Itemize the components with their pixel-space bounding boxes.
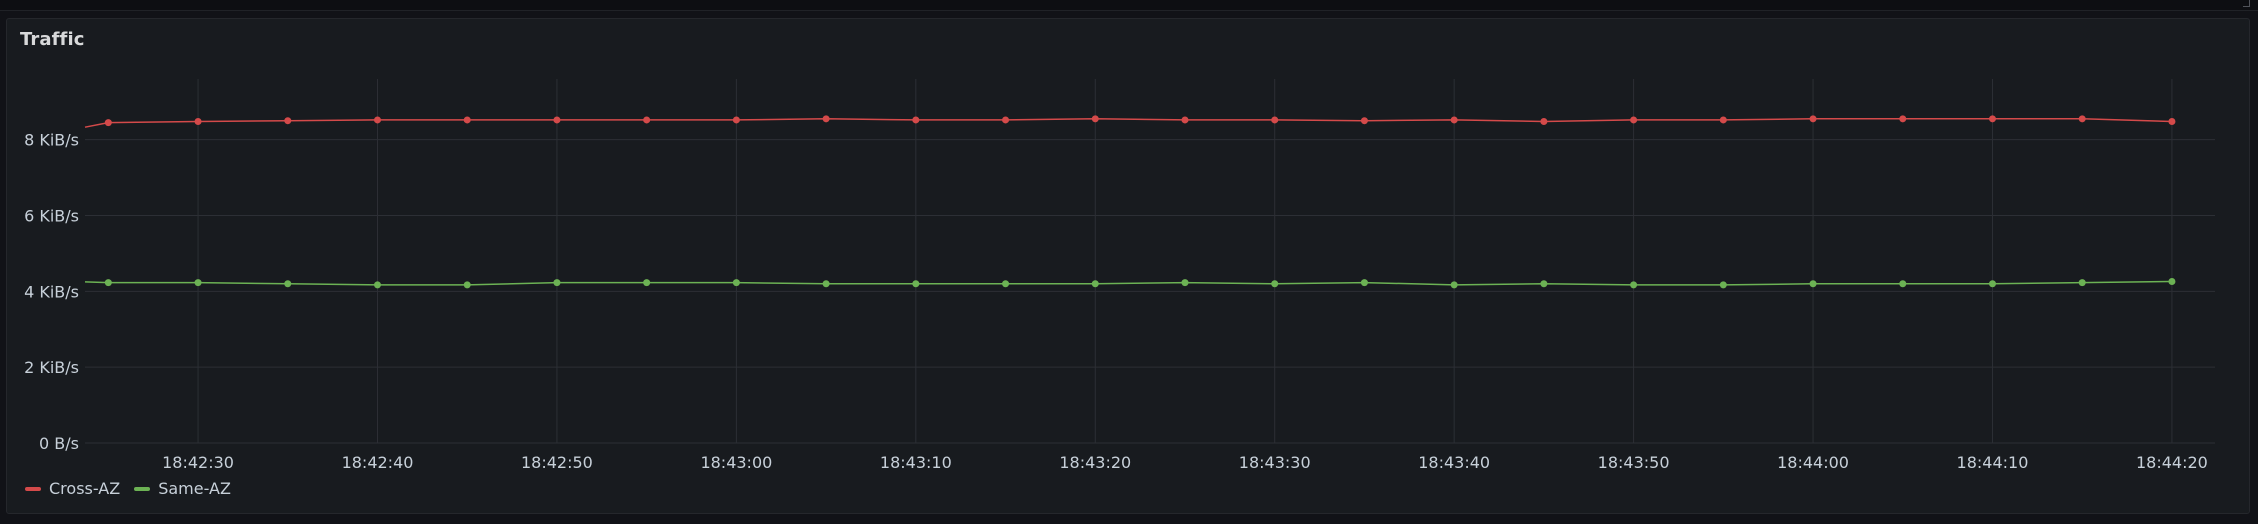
data-point-same-az: [373, 281, 381, 289]
data-point-same-az: [1091, 280, 1099, 288]
data-point-same-az: [1450, 281, 1458, 289]
resize-handle-icon[interactable]: [2243, 0, 2250, 7]
data-point-cross-az: [1630, 116, 1638, 124]
data-point-same-az: [1002, 280, 1010, 288]
data-point-same-az: [1181, 279, 1189, 287]
series-line-cross-az: [84, 118, 2172, 128]
y-tick-label: 4 KiB/s: [24, 282, 79, 301]
data-point-cross-az: [1360, 117, 1368, 125]
legend-label-cross-az: Cross-AZ: [49, 479, 121, 498]
data-point-same-az: [1988, 280, 1996, 288]
x-tick-label: 18:42:30: [162, 453, 234, 472]
data-point-cross-az: [732, 116, 740, 124]
x-tick-label: 18:44:20: [2136, 453, 2208, 472]
data-point-same-az: [2078, 279, 2086, 287]
y-tick-label: 0 B/s: [39, 434, 79, 453]
x-tick-label: 18:43:00: [700, 453, 772, 472]
data-point-same-az: [284, 280, 292, 288]
traffic-chart[interactable]: 0 B/s 2 KiB/s 4 KiB/s 6 KiB/s 8 KiB/s 18:42:3…: [7, 19, 2251, 515]
data-point-cross-az: [1271, 116, 1279, 124]
x-tick-label: 18:43:30: [1239, 453, 1311, 472]
x-tick-label: 18:44:10: [1957, 453, 2029, 472]
data-point-same-az: [912, 280, 920, 288]
data-point-cross-az: [1450, 116, 1458, 124]
data-point-same-az: [1809, 280, 1817, 288]
data-point-cross-az: [643, 116, 651, 124]
data-point-same-az: [194, 279, 202, 287]
legend-item-cross-az[interactable]: Cross-AZ: [25, 479, 120, 498]
x-tick-label: 18:42:50: [521, 453, 593, 472]
data-point-cross-az: [1002, 116, 1010, 124]
legend-item-same-az[interactable]: Same-AZ: [134, 479, 231, 498]
legend-swatch-same-az: [134, 486, 151, 491]
data-point-same-az: [732, 279, 740, 287]
traffic-panel: Traffic 0 B/s 2 KiB/s 4 KiB/s 6 KiB/s 8 KiB/…: [6, 18, 2250, 514]
data-point-cross-az: [1899, 115, 1907, 123]
data-point-same-az: [463, 281, 471, 289]
legend-label-same-az: Same-AZ: [158, 479, 231, 498]
data-point-cross-az: [1540, 117, 1548, 125]
data-point-cross-az: [373, 116, 381, 124]
data-point-cross-az: [2078, 115, 2086, 123]
x-tick-label: 18:43:50: [1598, 453, 1670, 472]
data-point-same-az: [1360, 279, 1368, 287]
series-line-same-az: [84, 280, 2172, 286]
data-point-cross-az: [1809, 115, 1817, 123]
data-point-cross-az: [912, 116, 920, 124]
data-point-same-az: [104, 279, 112, 287]
data-point-cross-az: [1719, 116, 1727, 124]
data-point-cross-az: [822, 115, 830, 123]
legend-swatch-cross-az: [25, 486, 41, 491]
y-tick-label: 8 KiB/s: [24, 131, 79, 150]
data-point-cross-az: [194, 117, 202, 125]
y-tick-label: 2 KiB/s: [24, 358, 79, 377]
dashboard-top-strip: [0, 0, 2258, 11]
data-point-same-az: [553, 279, 561, 287]
y-tick-label: 6 KiB/s: [24, 207, 79, 226]
x-tick-label: 18:44:00: [1777, 453, 1849, 472]
data-point-same-az: [1271, 280, 1279, 288]
data-point-cross-az: [284, 117, 292, 125]
x-tick-label: 18:42:40: [342, 453, 414, 472]
data-point-cross-az: [553, 116, 561, 124]
data-point-same-az: [1719, 281, 1727, 289]
data-point-same-az: [1540, 280, 1548, 288]
x-tick-label: 18:43:10: [880, 453, 952, 472]
data-point-cross-az: [463, 116, 471, 124]
data-point-same-az: [2168, 277, 2176, 285]
data-point-same-az: [1630, 281, 1638, 289]
data-point-same-az: [822, 280, 830, 288]
data-point-cross-az: [1181, 116, 1189, 124]
data-point-cross-az: [1988, 115, 1996, 123]
data-point-cross-az: [104, 119, 112, 127]
data-point-cross-az: [2168, 117, 2176, 125]
data-point-same-az: [643, 279, 651, 287]
data-point-same-az: [1899, 280, 1907, 288]
data-point-cross-az: [1091, 115, 1099, 123]
x-tick-label: 18:43:20: [1059, 453, 1131, 472]
chart-legend: Cross-AZ Same-AZ: [25, 479, 231, 498]
x-tick-label: 18:43:40: [1418, 453, 1490, 472]
